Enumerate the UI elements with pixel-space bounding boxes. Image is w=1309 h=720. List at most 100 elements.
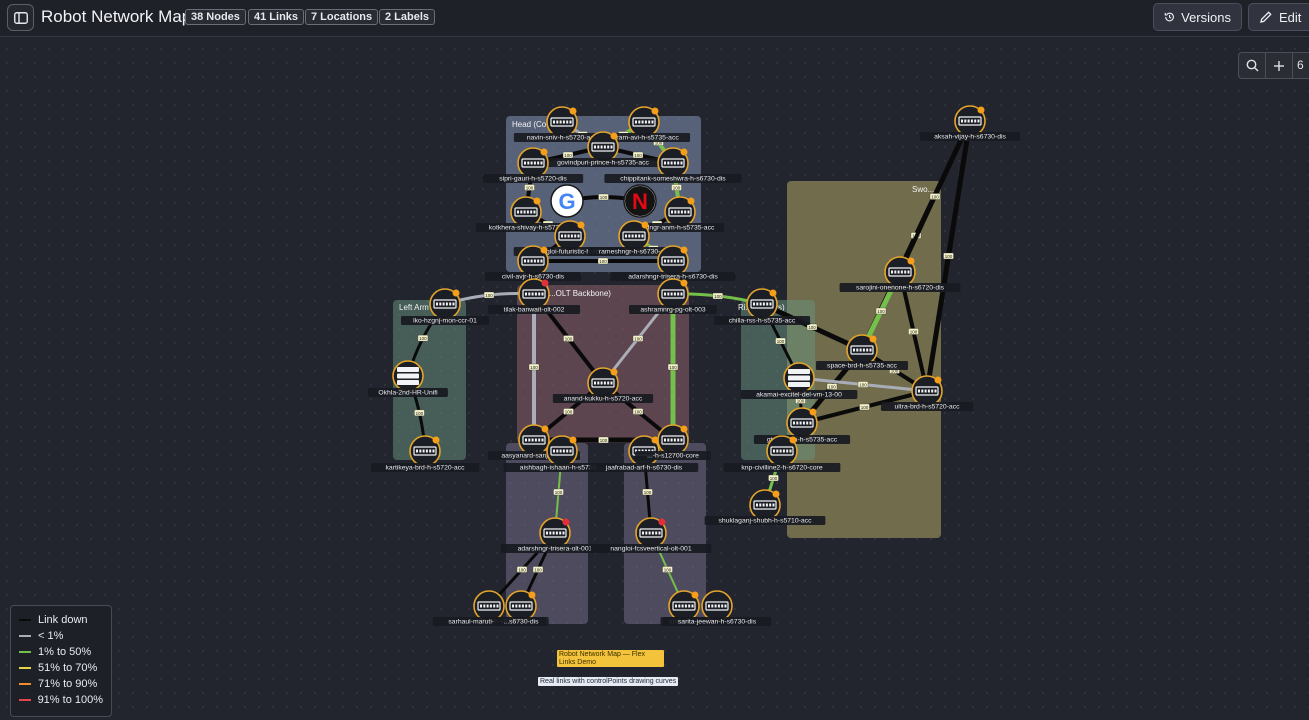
device-port [561,234,563,238]
device-port [667,292,670,296]
legend-item-71-90: 71% to 90% [19,676,103,692]
device-port [670,438,673,442]
node-label: ...s6730-dis [493,617,549,626]
node-label: ...-h-s12700-core [635,451,711,460]
node-google[interactable]: G [550,184,584,218]
sticky-note[interactable]: Robot Network Map — Flex Links Demo [557,650,664,667]
link-label: 100 [632,408,644,415]
device-port [677,438,680,442]
legend-item-51-70: 51% to 70% [19,660,103,676]
device-port [684,604,687,608]
locations-count-badge: 7 Locations [305,9,379,25]
link-label-text: 100 [565,410,573,415]
link-label-text: 100 [910,330,918,335]
device-port [607,145,610,149]
status-dot [541,279,549,287]
device-port [900,270,903,274]
device-port [553,120,555,124]
node-akash[interactable]: aksah-vijay-h-s6730-dis [919,105,1021,141]
legend-label: 71% to 90% [38,678,98,690]
node-label-text: kotkhera-shivay-h-s5720 [489,225,564,232]
device-port [680,161,683,165]
device-port [526,210,529,214]
node-label-text: space-brd-h-s5735-acc [827,363,897,370]
device-port [610,145,613,149]
device-port [862,348,865,352]
node-label-text: knp-civilline2-h-s6720-core [741,465,822,472]
device-port [967,119,970,123]
device-port [642,531,644,535]
legend-label: 51% to 70% [38,662,98,674]
device-port [674,210,677,214]
device-port [442,302,445,306]
network-map-canvas[interactable]: Swo...Head (Co...es)...OLT Backbone)Left… [0,38,1309,720]
device-port [897,270,900,274]
device-port [773,449,775,453]
device-port [793,421,795,425]
legend-label: < 1% [38,630,64,642]
device-port [667,259,670,263]
link-label-text: 100 [634,337,642,342]
history-icon [1164,12,1174,22]
device-port [641,234,644,238]
status-dot [641,221,649,229]
device-port [559,531,562,535]
device-port [419,449,422,453]
node-label: jaafrabad-arf-h-s6730-dis [589,463,699,472]
link-label-text: 100 [530,365,538,370]
link-label-text: 100 [599,259,607,264]
device-port [570,234,573,238]
status-dot [691,591,699,599]
legend-swatch [19,683,31,685]
device-port [439,302,442,306]
device-port [721,604,724,608]
device-port [776,449,779,453]
device-port [655,531,658,535]
device-port [918,389,920,393]
device-port [489,604,492,608]
edit-button[interactable]: Edit [1248,3,1309,31]
device-port [524,259,526,263]
device-port [859,348,862,352]
node-label-text: adarshngr-trisera-olt-001 [518,546,593,553]
status-dot [541,425,549,433]
device-port [422,449,425,453]
google-logo-icon: G [558,189,575,214]
link-label: 100 [943,252,954,260]
versions-button[interactable]: Versions [1153,3,1242,31]
device-port [486,604,489,608]
device-port [552,531,555,535]
device-port [635,120,637,124]
node-label-text: Okhla-2nd-HR-Unifi [378,390,438,397]
link-label: 100 [667,363,679,371]
link-label-text: 100 [673,186,681,191]
legend-swatch [19,635,31,637]
node-label: ultra-brd-h-s5720-acc [880,402,974,411]
device-port [521,604,524,608]
device-port [525,438,527,442]
node-netflix[interactable]: N [623,184,657,218]
device-port [934,389,937,393]
link-label: 100 [908,328,919,335]
link-label: 100 [642,488,653,496]
device-port [641,120,644,124]
server-slot [788,369,810,374]
device-port [779,449,782,453]
toggle-sidebar-button[interactable] [7,4,34,31]
caption-label[interactable]: Real links with controlPoints drawing cu… [538,677,679,686]
link-label-text: 100 [777,339,785,344]
legend-item-lt1: < 1% [19,628,103,644]
device-port [673,259,676,263]
device-port [541,438,544,442]
device-port [534,438,537,442]
device-port [789,449,792,453]
device-port [493,604,496,608]
node-label-text: aksah-vijay-h-s6730-dis [934,134,1006,141]
device-port [974,119,977,123]
device-port [802,421,805,425]
device-port [531,292,534,296]
device-port [445,302,448,306]
device-port [772,503,775,507]
legend-swatch [19,619,31,621]
device-port [569,449,572,453]
